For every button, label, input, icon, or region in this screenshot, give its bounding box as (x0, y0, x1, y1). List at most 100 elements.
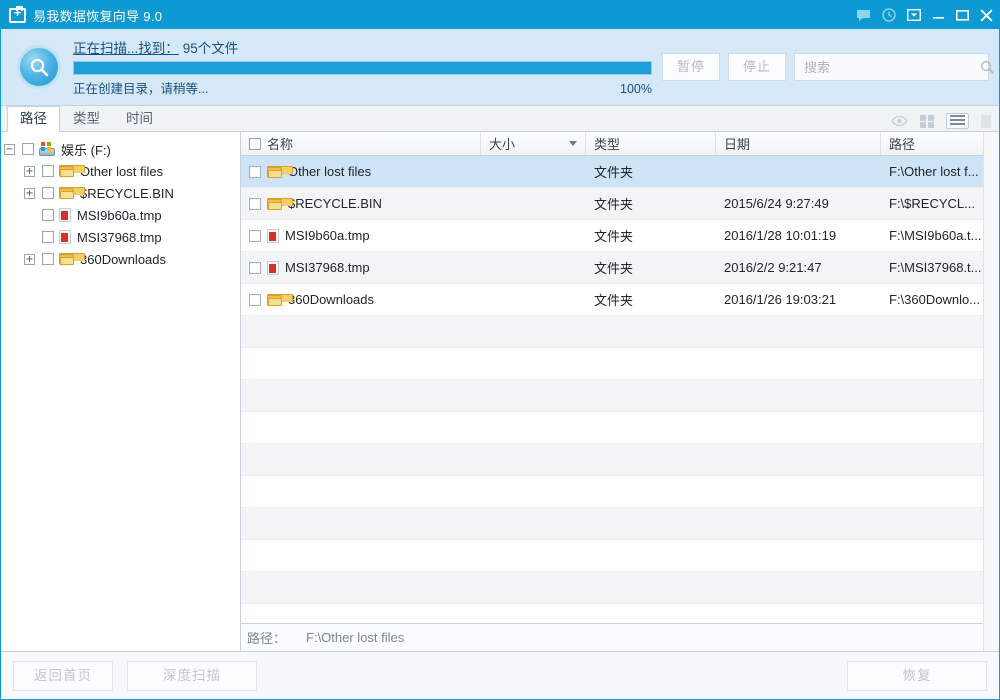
title-bar-controls (856, 1, 993, 29)
scan-progress-fill (74, 62, 651, 74)
folder-icon (267, 198, 282, 210)
pause-button[interactable]: 暂停 (662, 53, 720, 81)
tree-node-360downloads[interactable]: + 360Downloads (4, 248, 240, 270)
main-body: − 娱乐 (F:) + Other lost files + (1, 132, 999, 651)
scan-found-count: 95个文件 (183, 37, 239, 57)
table-row[interactable]: MSI9b60a.tmp 文件夹 2016/1/28 10:01:19 F:\M… (241, 220, 983, 252)
select-all-checkbox[interactable] (249, 138, 261, 150)
tab-strip: 路径 类型 时间 (1, 106, 166, 131)
folder-tree[interactable]: − 娱乐 (F:) + Other lost files + (1, 132, 241, 651)
row-date-cell: 2015/6/24 9:27:49 (716, 196, 881, 211)
footer-bar: 返回首页 深度扫描 恢复 (1, 651, 999, 699)
search-input[interactable] (804, 60, 980, 75)
tree-checkbox-other-lost-files[interactable] (42, 165, 54, 177)
stop-button[interactable]: 停止 (728, 53, 786, 81)
scan-status-panel: 正在扫描...找到： 95个文件 正在创建目录，请稍等... 100% 暂停 停… (1, 29, 999, 106)
row-checkbox[interactable] (249, 166, 261, 178)
column-header-path[interactable]: 路径 (881, 132, 983, 155)
close-icon[interactable] (980, 9, 993, 22)
view-toolbar: 路径 类型 时间 (1, 106, 999, 132)
tree-node-root[interactable]: − 娱乐 (F:) (4, 138, 240, 160)
row-date-cell: 2016/1/26 19:03:21 (716, 292, 881, 307)
row-path-cell: F:\Other lost f... (881, 164, 983, 179)
row-checkbox[interactable] (249, 230, 261, 242)
table-row[interactable]: $RECYCLE.BIN 文件夹 2015/6/24 9:27:49 F:\$R… (241, 188, 983, 220)
tree-label-msi9b60a: MSI9b60a.tmp (77, 208, 162, 223)
search-icon[interactable] (980, 60, 994, 74)
tree-node-recycle-bin[interactable]: + $RECYCLE.BIN (4, 182, 240, 204)
column-header-path-label: 路径 (889, 134, 915, 153)
tab-path[interactable]: 路径 (7, 106, 60, 132)
tree-label-root: 娱乐 (F:) (61, 140, 111, 159)
magnifier-scan-icon (17, 45, 61, 89)
column-header-name[interactable]: 名称 (241, 132, 481, 155)
scan-sub-message: 正在创建目录，请稍等... (73, 78, 208, 97)
row-name-cell: MSI9b60a.tmp (241, 228, 481, 243)
column-header-size[interactable]: 大小 (481, 132, 586, 155)
back-home-button[interactable]: 返回首页 (13, 661, 113, 691)
maximize-icon[interactable] (956, 9, 969, 21)
row-name-cell: $RECYCLE.BIN (241, 196, 481, 211)
tree-node-msi9b60a[interactable]: MSI9b60a.tmp (4, 204, 240, 226)
column-header-type[interactable]: 类型 (586, 132, 716, 155)
tree-checkbox-recycle-bin[interactable] (42, 187, 54, 199)
empty-row (241, 476, 983, 508)
file-list-header: 名称 大小 类型 日期 路径 (241, 132, 983, 156)
minimize-icon[interactable] (932, 9, 945, 21)
row-checkbox[interactable] (249, 198, 261, 210)
title-bar: 易我数据恢复向导 9.0 (1, 1, 999, 29)
window-title: 易我数据恢复向导 9.0 (33, 6, 162, 25)
tree-node-msi37968[interactable]: MSI37968.tmp (4, 226, 240, 248)
scan-controls: 暂停 停止 (662, 53, 989, 81)
tree-expander-360downloads[interactable]: + (24, 254, 35, 265)
list-view-icon[interactable] (946, 113, 969, 129)
column-header-date-label: 日期 (724, 134, 750, 153)
tree-checkbox-root[interactable] (22, 143, 34, 155)
tree-expander-recycle-bin[interactable]: + (24, 188, 35, 199)
medkit-icon (9, 8, 26, 23)
row-type-cell: 文件夹 (586, 162, 716, 181)
drive-icon (39, 142, 55, 156)
tree-label-recycle-bin: $RECYCLE.BIN (80, 186, 174, 201)
detail-view-icon[interactable] (981, 115, 991, 128)
deep-scan-button[interactable]: 深度扫描 (127, 661, 257, 691)
row-name-cell: MSI37968.tmp (241, 260, 481, 275)
tab-time[interactable]: 时间 (113, 106, 166, 131)
tree-expander-root[interactable]: − (4, 144, 15, 155)
row-checkbox[interactable] (249, 294, 261, 306)
tree-checkbox-msi9b60a[interactable] (42, 209, 54, 221)
empty-row (241, 572, 983, 604)
column-header-size-label: 大小 (489, 134, 515, 153)
row-name-label: MSI37968.tmp (285, 260, 370, 275)
row-date-cell: 2016/1/28 10:01:19 (716, 228, 881, 243)
tree-checkbox-msi37968[interactable] (42, 231, 54, 243)
tree-checkbox-360downloads[interactable] (42, 253, 54, 265)
table-row[interactable]: Other lost files 文件夹 F:\Other lost f... (241, 156, 983, 188)
clock-icon[interactable] (882, 8, 896, 22)
preview-eye-icon[interactable] (891, 115, 908, 127)
scan-progress-bar (73, 61, 652, 75)
column-header-date[interactable]: 日期 (716, 132, 881, 155)
tree-expander-other-lost-files[interactable]: + (24, 166, 35, 177)
vertical-scrollbar[interactable] (983, 132, 999, 651)
empty-row (241, 508, 983, 540)
folder-icon (59, 253, 74, 265)
sort-descending-icon[interactable] (569, 141, 577, 146)
tree-node-other-lost-files[interactable]: + Other lost files (4, 160, 240, 182)
table-row[interactable]: 360Downloads 文件夹 2016/1/26 19:03:21 F:\3… (241, 284, 983, 316)
empty-row (241, 380, 983, 412)
tab-type[interactable]: 类型 (60, 106, 113, 131)
dropdown-box-icon[interactable] (907, 9, 921, 21)
row-type-cell: 文件夹 (586, 226, 716, 245)
row-path-cell: F:\MSI37968.t... (881, 260, 983, 275)
empty-row (241, 444, 983, 476)
speech-bubble-icon[interactable] (856, 9, 871, 22)
table-row[interactable]: MSI37968.tmp 文件夹 2016/2/2 9:21:47 F:\MSI… (241, 252, 983, 284)
tree-label-msi37968: MSI37968.tmp (77, 230, 162, 245)
row-name-label: $RECYCLE.BIN (288, 196, 382, 211)
row-path-cell: F:\MSI9b60a.t... (881, 228, 983, 243)
recover-button[interactable]: 恢复 (847, 661, 987, 691)
search-box[interactable] (794, 53, 989, 81)
tile-view-icon[interactable] (920, 115, 934, 128)
row-checkbox[interactable] (249, 262, 261, 274)
